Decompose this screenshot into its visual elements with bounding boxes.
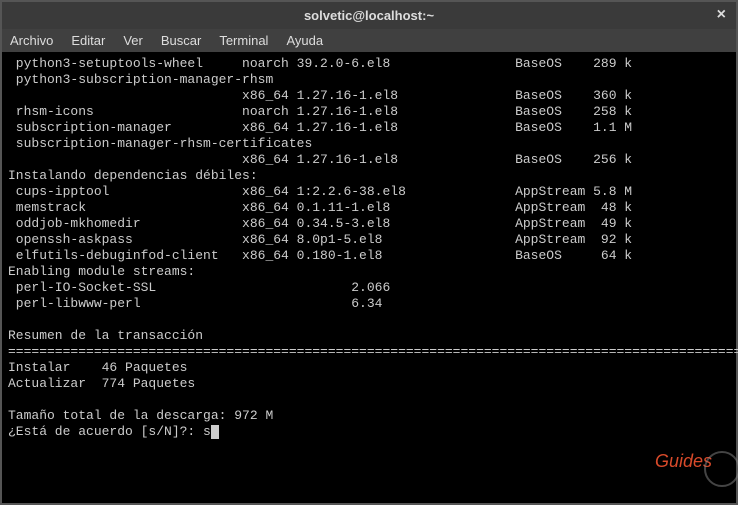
menubar: Archivo Editar Ver Buscar Terminal Ayuda [2, 29, 736, 52]
watermark-circle-icon [704, 451, 738, 487]
menu-archivo[interactable]: Archivo [10, 33, 53, 48]
terminal-output[interactable]: python3-setuptools-wheel noarch 39.2.0-6… [2, 52, 736, 495]
menu-ayuda[interactable]: Ayuda [286, 33, 323, 48]
terminal-window: solvetic@localhost:~ × Archivo Editar Ve… [0, 0, 738, 505]
menu-terminal[interactable]: Terminal [219, 33, 268, 48]
cursor [211, 425, 219, 439]
menu-ver[interactable]: Ver [123, 33, 143, 48]
menu-buscar[interactable]: Buscar [161, 33, 201, 48]
confirm-prompt: ¿Está de acuerdo [s/N]?: s [8, 424, 211, 439]
menu-editar[interactable]: Editar [71, 33, 105, 48]
close-icon[interactable]: × [717, 6, 726, 24]
titlebar: solvetic@localhost:~ × [2, 2, 736, 29]
window-title: solvetic@localhost:~ [304, 8, 434, 23]
